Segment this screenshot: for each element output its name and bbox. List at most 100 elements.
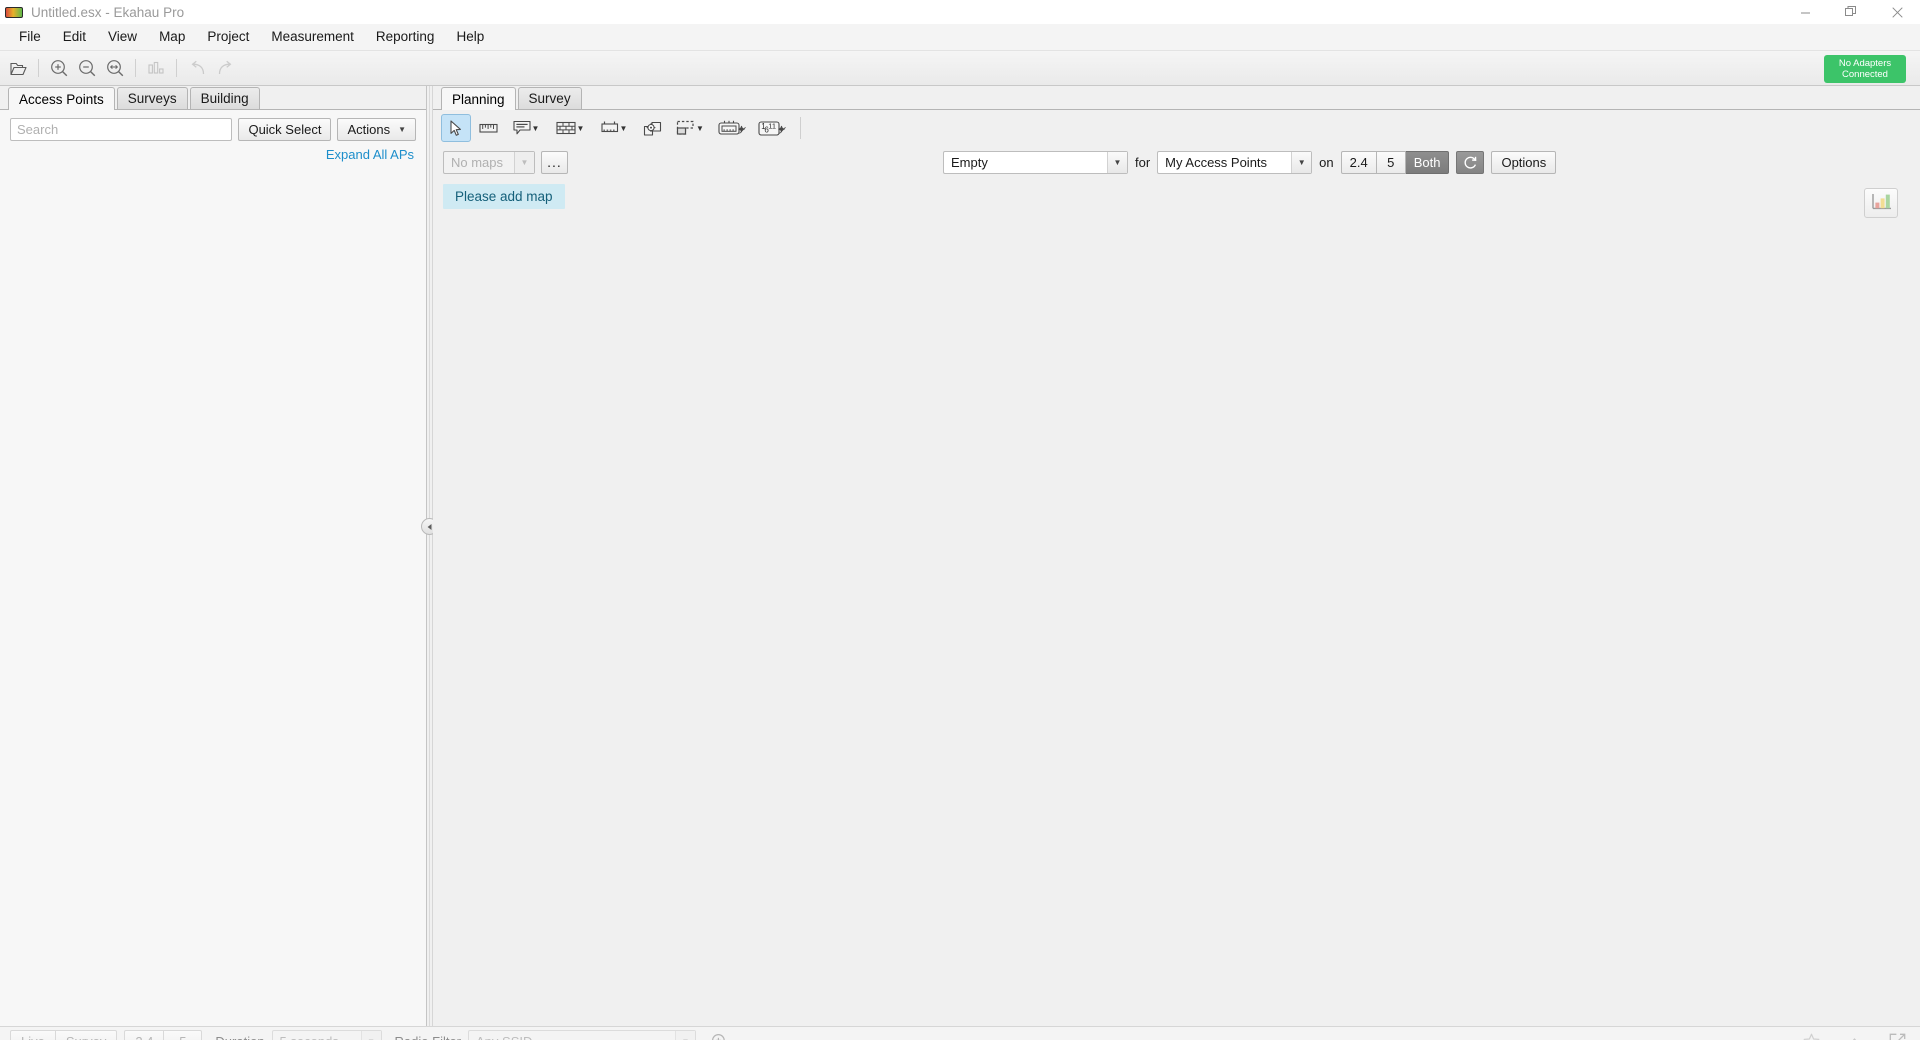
map-selector-value: No maps (451, 154, 504, 170)
toolbar-divider (176, 59, 177, 77)
duration-value: 5 seconds (280, 1034, 339, 1040)
menu-item-measurement[interactable]: Measurement (260, 26, 365, 48)
map-toolbar: ▼ ▼ ▼ ▼ 1 6 11 (433, 110, 1920, 146)
restore-icon[interactable] (1828, 0, 1874, 24)
radio-filter-dropdown: Any SSID ▼ (468, 1029, 697, 1040)
access-point-list[interactable] (0, 162, 426, 1026)
please-add-map-message[interactable]: Please add map (443, 184, 565, 209)
chevron-down-icon: ▼ (1291, 151, 1312, 173)
zoom-out-icon[interactable] (74, 55, 100, 81)
menu-item-view[interactable]: View (97, 26, 148, 48)
favorite-star-icon[interactable] (1803, 1033, 1820, 1040)
select-tool-icon[interactable] (441, 114, 471, 142)
window-controls (1782, 0, 1920, 24)
survey-mode-button[interactable]: Survey (55, 1030, 118, 1040)
main-toolbar: No Adapters Connected (0, 51, 1920, 86)
minimize-icon[interactable] (1782, 0, 1828, 24)
status-bar: Live Survey 2.4 5 Duration 5 seconds ▼ R… (0, 1026, 1920, 1040)
map-canvas[interactable]: Please add map (433, 178, 1920, 1026)
menu-item-edit[interactable]: Edit (52, 26, 97, 48)
visualization-value: Empty (951, 154, 988, 170)
bar-chart-icon (143, 55, 169, 81)
chevron-down-icon: ▼ (696, 123, 704, 133)
redo-icon (212, 55, 238, 81)
expand-all-aps-link[interactable]: Expand All APs (0, 141, 426, 162)
statusbar-right-icons (1803, 1033, 1906, 1040)
measure-ruler-icon[interactable] (473, 114, 503, 142)
tab-surveys[interactable]: Surveys (116, 87, 188, 109)
right-panel: Planning Survey ▼ ▼ ▼ ▼ 1 6 11 No maps ▼… (433, 86, 1920, 1026)
menu-item-reporting[interactable]: Reporting (365, 26, 446, 48)
refresh-icon[interactable] (1456, 150, 1485, 174)
zoom-in-icon[interactable] (711, 1033, 728, 1040)
for-label: for (1135, 154, 1151, 170)
ekahau-logo-icon (5, 6, 23, 18)
band-button-both[interactable]: Both (1405, 150, 1450, 174)
tab-access-points[interactable]: Access Points (8, 87, 115, 110)
note-tool-icon[interactable]: ▼ (505, 114, 547, 142)
actions-button-label: Actions (347, 122, 391, 137)
chevron-down-icon: ▼ (398, 125, 406, 134)
wall-tool-icon[interactable]: ▼ (549, 114, 591, 142)
coverage-area-tool-icon[interactable]: ▼ (669, 114, 711, 142)
open-project-icon[interactable] (5, 55, 31, 81)
zoom-in-icon[interactable] (46, 55, 72, 81)
live-mode-button[interactable]: Live (10, 1030, 56, 1040)
radio-filter-label: Radio Filter (395, 1034, 461, 1040)
splitter-line (429, 86, 430, 1026)
visualization-controls: Empty ▼ for My Access Points ▼ on 2.4 5 … (943, 146, 1920, 178)
chevron-down-icon: ▼ (576, 123, 585, 133)
map-controls-row: No maps ▼ ... Empty ▼ for My Access Poin… (433, 146, 1920, 178)
requirements-wizard-icon[interactable] (713, 114, 751, 142)
status-badge[interactable]: No Adapters Connected (1824, 55, 1906, 83)
chevron-down-icon: ▼ (619, 123, 628, 133)
statusbar-band-group: 2.4 5 (124, 1030, 203, 1040)
capture-mode-group: Live Survey (10, 1030, 118, 1040)
left-panel-tabstrip: Access Points Surveys Building (0, 86, 426, 110)
tab-planning[interactable]: Planning (441, 87, 516, 110)
toolbar-divider (135, 59, 136, 77)
statusbar-band-5[interactable]: 5 (164, 1030, 203, 1040)
duration-dropdown: 5 seconds ▼ (271, 1029, 382, 1040)
ap-source-dropdown[interactable]: My Access Points ▼ (1157, 150, 1313, 174)
band-button-2-4[interactable]: 2.4 (1340, 150, 1377, 174)
statusbar-band-2-4[interactable]: 2.4 (124, 1030, 165, 1040)
channel-planner-icon[interactable]: 1 6 11 (753, 114, 791, 142)
map-menu-button[interactable]: ... (541, 150, 568, 174)
on-label: on (1319, 154, 1334, 170)
radio-filter-value: Any SSID (476, 1034, 532, 1040)
tab-survey[interactable]: Survey (517, 87, 582, 109)
chevron-down-icon: ▼ (360, 1030, 381, 1040)
visualization-dropdown[interactable]: Empty ▼ (943, 150, 1128, 174)
menu-item-help[interactable]: Help (445, 26, 495, 48)
window-title: Untitled.esx - Ekahau Pro (31, 4, 185, 20)
legend-chart-icon[interactable] (1864, 188, 1898, 218)
left-panel: Access Points Surveys Building Quick Sel… (0, 86, 427, 1026)
zoom-fit-icon[interactable] (102, 55, 128, 81)
band-selector: 2.4 5 Both (1340, 150, 1450, 174)
band-button-5[interactable]: 5 (1376, 150, 1406, 174)
door-window-tool-icon[interactable]: ▼ (593, 114, 635, 142)
close-icon[interactable] (1874, 0, 1920, 24)
svg-text:11: 11 (768, 121, 776, 130)
access-point-tool-icon[interactable] (637, 114, 667, 142)
open-external-icon[interactable] (1889, 1033, 1906, 1040)
options-button[interactable]: Options (1491, 150, 1557, 174)
right-panel-tabstrip: Planning Survey (433, 86, 1920, 110)
adapters-badge-line1: No Adapters (1838, 58, 1892, 69)
menu-item-map[interactable]: Map (148, 26, 196, 48)
quick-select-button[interactable]: Quick Select (238, 118, 332, 141)
chevron-down-icon: ▼ (1107, 151, 1127, 173)
actions-button[interactable]: Actions ▼ (337, 118, 416, 141)
title-bar: Untitled.esx - Ekahau Pro (0, 0, 1920, 24)
cloud-upload-icon[interactable] (1846, 1035, 1863, 1040)
duration-label: Duration (215, 1034, 264, 1040)
search-input[interactable] (10, 118, 233, 141)
tab-building[interactable]: Building (189, 87, 260, 109)
menu-item-file[interactable]: File (8, 26, 52, 48)
menu-item-project[interactable]: Project (196, 26, 260, 48)
chevron-down-icon: ▼ (531, 123, 540, 133)
chevron-down-icon: ▼ (675, 1030, 696, 1040)
main-body: Access Points Surveys Building Quick Sel… (0, 86, 1920, 1026)
expand-all-aps-label: Expand All APs (325, 147, 414, 162)
